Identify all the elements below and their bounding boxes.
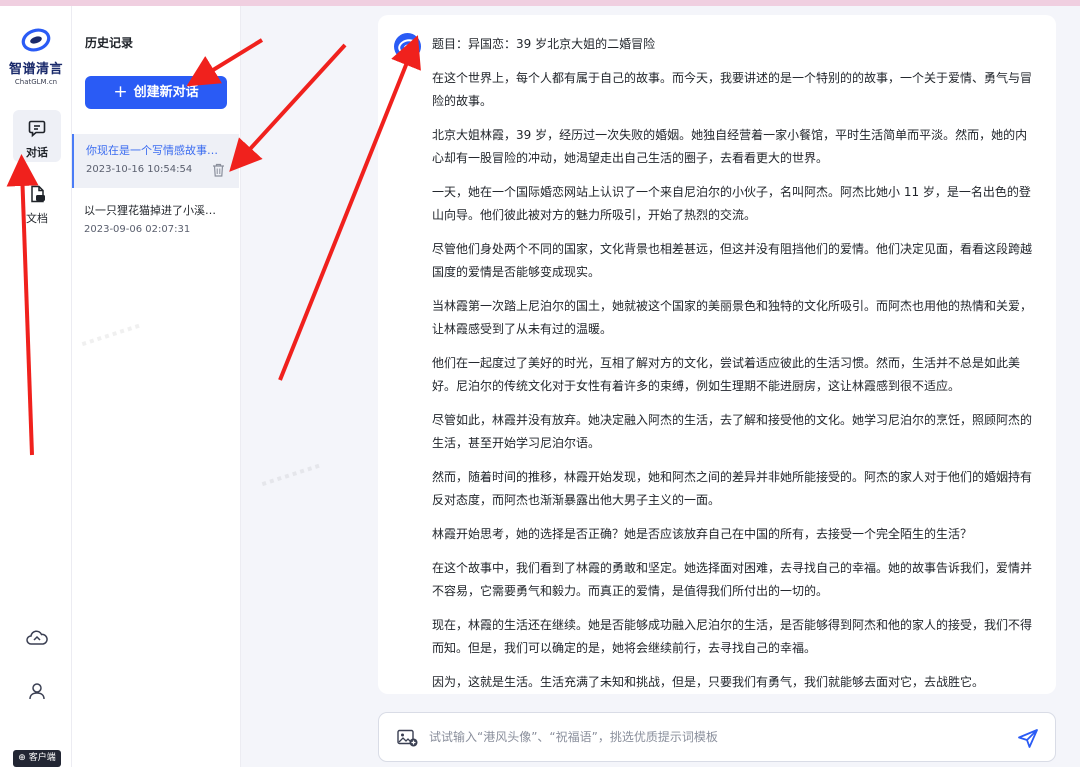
message-paragraph: 林霞开始思考，她的选择是否正确？她是否应该放弃自己在中国的所有，去接受一个完全陌…	[432, 527, 973, 541]
watermark: ▪ ▪ ▪ ▪ ▪ ▪ ▪ ▪	[260, 460, 322, 489]
history-item-title: 你现在是一个写情感故事的...	[86, 144, 222, 157]
message-paragraph: 然而，随着时间的推移，林霞开始发现，她和阿杰之间的差异并非她所能接受的。阿杰的家…	[432, 470, 1033, 507]
brand-logo[interactable]: 智谱清言 ChatGLM.cn	[9, 28, 63, 86]
message-paragraph: 他们在一起度过了美好的时光，互相了解对方的文化，尝试着适应彼此的生活习惯。然而，…	[432, 356, 1021, 393]
new-chat-button[interactable]: + 创建新对话	[85, 76, 227, 109]
prompt-input-box	[378, 712, 1056, 762]
rail-item-chat-label: 对话	[26, 146, 48, 159]
message-paragraph: 现在，林霞的生活还在继续。她是否能够成功融入尼泊尔的生活，是否能够得到阿杰和他的…	[432, 618, 1033, 655]
message-paragraph: 尽管他们身处两个不同的国家，文化背景也相差甚远，但这并没有阻挡他们的爱情。他们决…	[432, 242, 1033, 279]
message-card: 题目：异国恋：39 岁北京大姐的二婚冒险 在这个世界上，每个人都有属于自己的故事…	[378, 15, 1056, 694]
history-item-date: 2023-10-16 10:54:54	[86, 164, 193, 175]
download-circle-icon: ⊕	[18, 753, 26, 763]
client-download-label: 客户端	[28, 753, 56, 763]
prompt-input[interactable]	[429, 726, 989, 748]
annotation-arrow	[229, 43, 347, 172]
document-icon	[31, 185, 45, 203]
plus-icon: +	[113, 82, 128, 102]
client-download-button[interactable]: ⊕ 客户端	[13, 750, 61, 767]
brand-name: 智谱清言	[9, 62, 64, 77]
logo-ring-icon	[21, 28, 51, 52]
history-item-title: 以一只狸花猫掉进了小溪里...	[84, 204, 220, 217]
history-item[interactable]: 你现在是一个写情感故事的... 2023-10-16 10:54:54	[72, 134, 239, 188]
trash-icon[interactable]	[212, 163, 225, 177]
message-paragraph: 尽管如此，林霞并没有放弃。她决定融入阿杰的生活，去了解和接受他的文化。她学习尼泊…	[432, 413, 1033, 450]
message-paragraph: 一天，她在一个国际婚恋网站上认识了一个来自尼泊尔的小伙子，名叫阿杰。阿杰比她小 …	[432, 185, 1031, 222]
chat-icon	[28, 120, 46, 138]
brand-domain: ChatGLM.cn	[14, 78, 58, 86]
history-title: 历史记录	[85, 36, 134, 50]
message-title: 题目：异国恋：39 岁北京大姐的二婚冒险	[432, 37, 656, 51]
history-item-date: 2023-09-06 02:07:31	[84, 224, 191, 235]
history-panel: 历史记录 + 创建新对话 你现在是一个写情感故事的... 2023-10-16 1…	[72, 6, 241, 767]
message-paragraph: 当林霞第一次踏上尼泊尔的国土，她就被这个国家的美丽景色和独特的文化所吸引。而阿杰…	[432, 299, 1033, 336]
assistant-avatar	[394, 33, 421, 60]
message-paragraph: 在这个故事中，我们看到了林霞的勇敢和坚定。她选择面对困难，去寻找自己的幸福。她的…	[432, 561, 1033, 598]
message-body: 在这个世界上，每个人都有属于自己的故事。而今天，我要讲述的是一个特别的的故事，一…	[432, 67, 1038, 694]
user-icon[interactable]	[25, 679, 49, 703]
rail-item-chat[interactable]: 对话	[13, 110, 61, 162]
message-paragraph: 在这个世界上，每个人都有属于自己的故事。而今天，我要讲述的是一个特别的的故事，一…	[432, 71, 1033, 108]
rail-item-document[interactable]: 文档	[13, 176, 61, 228]
history-item[interactable]: 以一只狸花猫掉进了小溪里... 2023-09-06 02:07:31	[72, 194, 237, 248]
rail-item-document-label: 文档	[26, 212, 48, 225]
nav-rail: 智谱清言 ChatGLM.cn 对话 文档	[0, 6, 72, 767]
image-upload-icon[interactable]	[397, 729, 418, 747]
new-chat-label: 创建新对话	[133, 85, 199, 100]
message-paragraph: 北京大姐林霞，39 岁，经历过一次失败的婚姻。她独自经营着一家小餐馆，平时生活简…	[432, 128, 1028, 165]
send-icon[interactable]	[1015, 725, 1041, 751]
cloud-upload-icon[interactable]	[25, 627, 49, 651]
message-paragraph: 因为，这就是生活。生活充满了未知和挑战，但是，只要我们有勇气，我们就能够去面对它…	[432, 675, 985, 689]
